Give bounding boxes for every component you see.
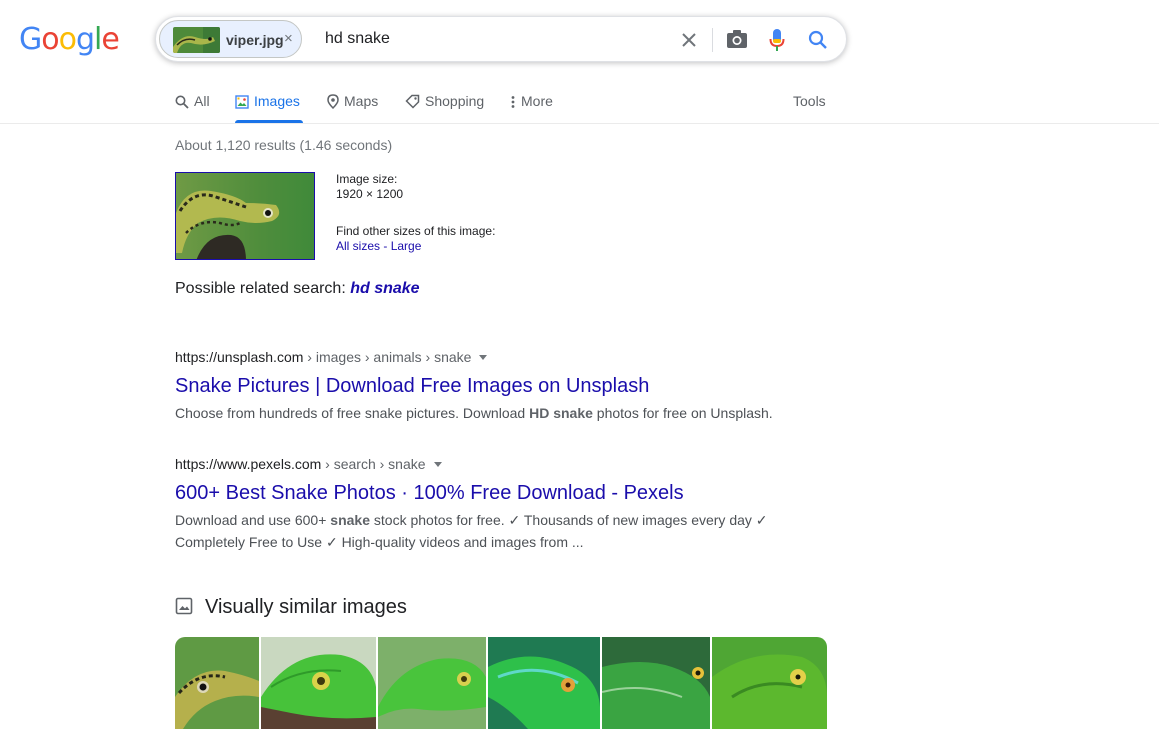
camera-icon[interactable]: [726, 29, 748, 54]
image-size-label: Image size:: [336, 172, 398, 186]
image-query-chip[interactable]: viper.jpg ×: [159, 20, 302, 58]
similar-image-thumb[interactable]: [712, 637, 827, 729]
snippet-text: Choose from hundreds of free snake pictu…: [175, 405, 530, 421]
chevron-down-icon[interactable]: [479, 355, 488, 360]
size-separator: -: [380, 239, 391, 253]
query-image-thumbnail: [173, 27, 220, 53]
result-title-link[interactable]: Snake Pictures | Download Free Images on…: [175, 373, 649, 399]
result-title-link[interactable]: 600+ Best Snake Photos · 100% Free Downl…: [175, 480, 684, 506]
divider: [712, 28, 713, 52]
snippet-text: stock photos for free. ✓ Thousands of ne…: [370, 512, 768, 528]
result-stats: About 1,120 results (1.46 seconds): [175, 137, 393, 153]
similar-images-heading: Visually similar images: [175, 594, 407, 620]
result-url: https://www.pexels.com › search › snake: [175, 455, 442, 473]
remove-image-icon[interactable]: ×: [284, 30, 293, 48]
tab-images[interactable]: Images: [235, 92, 300, 112]
logo-letter: l: [94, 22, 102, 57]
search-box[interactable]: viper.jpg × hd snake: [155, 16, 847, 62]
tab-label: More: [521, 93, 553, 109]
result-breadcrumb: › search › snake: [321, 456, 426, 472]
image-icon: [175, 597, 193, 615]
logo-letter: e: [101, 22, 119, 57]
result-url: https://unsplash.com › images › animals …: [175, 348, 488, 366]
tab-label: Images: [254, 93, 300, 109]
result-snippet: Download and use 600+ snake stock photos…: [175, 509, 815, 531]
similar-images-strip: [175, 637, 827, 729]
snippet-highlight: snake: [330, 512, 370, 528]
image-icon: [235, 95, 249, 109]
tab-shopping[interactable]: Shopping: [405, 92, 484, 112]
more-vert-icon: [511, 96, 515, 108]
query-image[interactable]: [175, 172, 315, 260]
logo-letter: o: [41, 22, 59, 57]
similar-image-thumb[interactable]: [261, 637, 376, 729]
similar-heading-text: Visually similar images: [205, 596, 407, 618]
search-icon[interactable]: [808, 30, 828, 55]
clear-icon[interactable]: [679, 30, 699, 55]
chevron-down-icon[interactable]: [433, 462, 442, 467]
result-snippet: Choose from hundreds of free snake pictu…: [175, 402, 815, 424]
tab-all[interactable]: All: [175, 92, 210, 112]
other-sizes-label: Find other sizes of this image:: [336, 224, 496, 238]
result-breadcrumb: › images › animals › snake: [303, 349, 472, 365]
tab-more[interactable]: More: [510, 92, 553, 112]
similar-image-thumb[interactable]: [488, 637, 600, 729]
logo-letter: g: [75, 22, 95, 57]
related-search: Possible related search: hd snake: [175, 280, 420, 298]
tag-icon: [405, 94, 420, 109]
related-search-link[interactable]: hd snake: [350, 280, 419, 297]
result-snippet-line: Completely Free to Use ✓ High-quality vi…: [175, 534, 584, 550]
search-input[interactable]: hd snake: [325, 30, 390, 48]
tab-label: Shopping: [425, 93, 485, 109]
microphone-icon[interactable]: [769, 28, 785, 57]
snippet-text: photos for free on Unsplash.: [592, 405, 773, 421]
search-icon: [175, 95, 189, 109]
snippet-text: Download and use 600+: [175, 512, 331, 528]
result-site[interactable]: https://unsplash.com: [175, 349, 303, 365]
similar-image-thumb[interactable]: [175, 637, 259, 729]
all-sizes-link[interactable]: All sizes: [336, 239, 380, 253]
result-site[interactable]: https://www.pexels.com: [175, 456, 321, 472]
google-logo[interactable]: Google: [19, 22, 120, 58]
similar-image-thumb[interactable]: [378, 637, 486, 729]
tab-maps[interactable]: Maps: [327, 92, 378, 112]
logo-letter: G: [19, 22, 42, 57]
divider: [0, 123, 1159, 124]
large-size-link[interactable]: Large: [391, 239, 422, 253]
logo-letter: o: [58, 22, 77, 57]
tools-button[interactable]: Tools: [793, 92, 826, 110]
related-prefix: Possible related search:: [175, 280, 351, 297]
tab-label: All: [194, 93, 210, 109]
tab-label: Maps: [344, 93, 379, 109]
map-pin-icon: [327, 94, 339, 110]
similar-image-thumb[interactable]: [602, 637, 710, 729]
chip-filename: viper.jpg: [226, 32, 284, 48]
size-links: All sizes - Large: [336, 239, 421, 254]
snippet-highlight: HD snake: [529, 405, 593, 421]
image-size-value: 1920 × 1200: [336, 187, 404, 201]
